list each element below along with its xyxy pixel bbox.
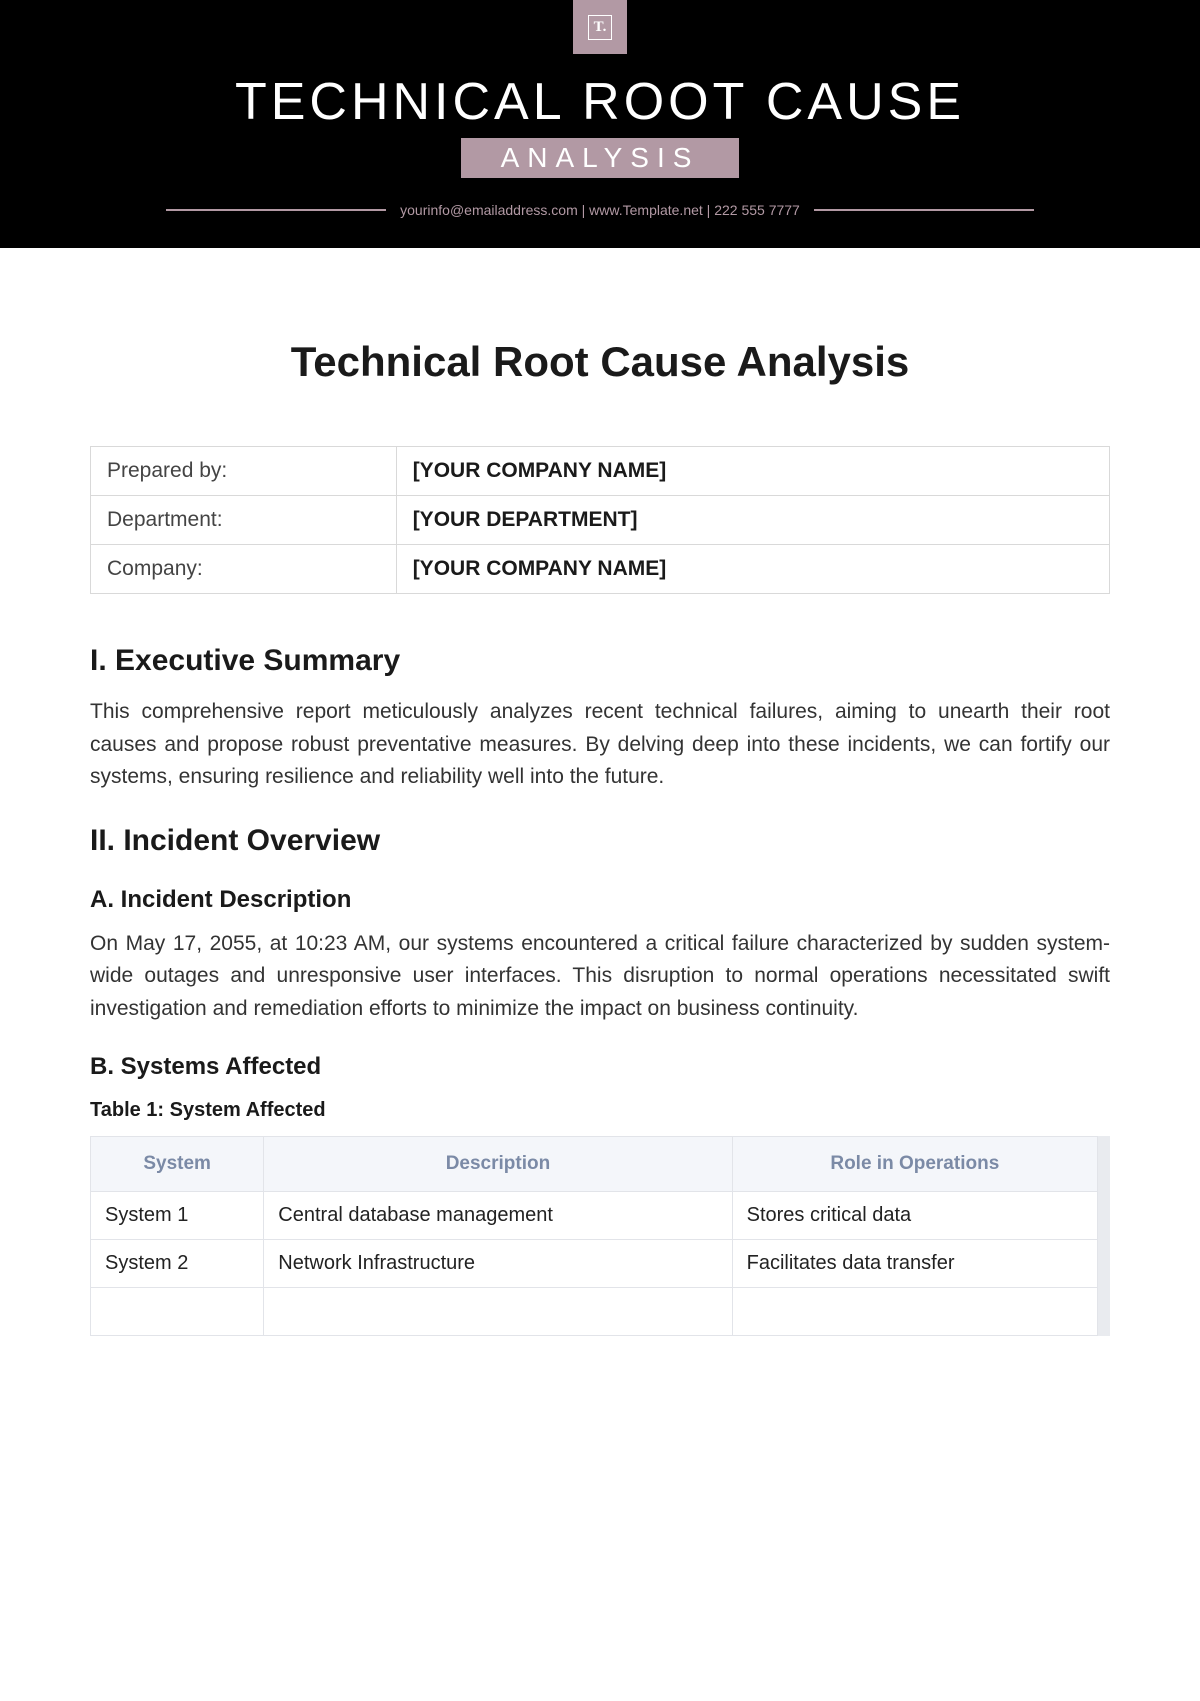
cell-system: System 1 <box>91 1192 264 1240</box>
cell-role: Stores critical data <box>732 1192 1097 1240</box>
subsection-heading-a: A. Incident Description <box>90 886 1110 914</box>
systems-table-wrap: System Description Role in Operations Sy… <box>90 1136 1110 1336</box>
table-row: Prepared by: [YOUR COMPANY NAME] <box>91 447 1110 496</box>
meta-label: Company: <box>91 545 397 594</box>
systems-affected-table: System Description Role in Operations Sy… <box>90 1136 1098 1336</box>
meta-table: Prepared by: [YOUR COMPANY NAME] Departm… <box>90 446 1110 594</box>
table-row: Department: [YOUR DEPARTMENT] <box>91 496 1110 545</box>
cell-description <box>264 1288 732 1336</box>
cell-description: Central database management <box>264 1192 732 1240</box>
table-row: System 2 Network Infrastructure Facilita… <box>91 1240 1098 1288</box>
cell-system: System 2 <box>91 1240 264 1288</box>
cell-role <box>732 1288 1097 1336</box>
meta-value: [YOUR COMPANY NAME] <box>396 447 1109 496</box>
table-row: System 1 Central database management Sto… <box>91 1192 1098 1240</box>
incident-description-body: On May 17, 2055, at 10:23 AM, our system… <box>90 928 1110 1026</box>
col-header-system: System <box>91 1137 264 1192</box>
meta-label: Prepared by: <box>91 447 397 496</box>
section-heading-incident: II. Incident Overview <box>90 824 1110 858</box>
header-subtitle-wrap: ANALYSIS <box>0 138 1200 178</box>
page-title: Technical Root Cause Analysis <box>90 338 1110 386</box>
cell-description: Network Infrastructure <box>264 1240 732 1288</box>
section-heading-exec: I. Executive Summary <box>90 644 1110 678</box>
meta-label: Department: <box>91 496 397 545</box>
table-row: Company: [YOUR COMPANY NAME] <box>91 545 1110 594</box>
cell-system <box>91 1288 264 1336</box>
subsection-heading-b: B. Systems Affected <box>90 1053 1110 1081</box>
logo-badge: T. <box>573 0 627 54</box>
logo-text: T. <box>588 15 613 40</box>
header-banner: T. TECHNICAL ROOT CAUSE ANALYSIS yourinf… <box>0 0 1200 248</box>
header-title-line1: TECHNICAL ROOT CAUSE <box>0 72 1200 132</box>
header-contact-line: yourinfo@emailaddress.com | www.Template… <box>0 202 1200 218</box>
table-caption: Table 1: System Affected <box>90 1099 1110 1122</box>
divider-left <box>166 209 386 211</box>
divider-right <box>814 209 1034 211</box>
meta-value: [YOUR DEPARTMENT] <box>396 496 1109 545</box>
col-header-role: Role in Operations <box>732 1137 1097 1192</box>
header-title-line2: ANALYSIS <box>461 138 740 178</box>
document-body: Technical Root Cause Analysis Prepared b… <box>0 248 1200 1376</box>
col-header-description: Description <box>264 1137 732 1192</box>
meta-value: [YOUR COMPANY NAME] <box>396 545 1109 594</box>
exec-summary-body: This comprehensive report meticulously a… <box>90 696 1110 794</box>
table-row <box>91 1288 1098 1336</box>
table-header-row: System Description Role in Operations <box>91 1137 1098 1192</box>
header-contact-text: yourinfo@emailaddress.com | www.Template… <box>386 202 814 218</box>
cell-role: Facilitates data transfer <box>732 1240 1097 1288</box>
